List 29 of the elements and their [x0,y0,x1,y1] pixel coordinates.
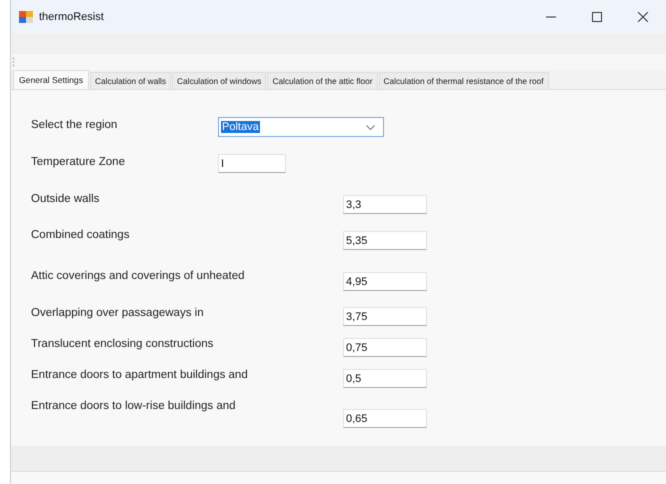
maximize-icon [592,12,602,22]
field-label: Translucent enclosing constructions [31,337,214,350]
chevron-down-icon [366,124,375,130]
tab[interactable]: General Settings [13,70,90,89]
input-field[interactable]: 5,35 [343,231,427,250]
field-label: Attic coverings and coverings of unheated [31,269,246,282]
tab[interactable]: Calculation of windows [172,72,266,89]
input-field[interactable]: I [218,154,286,173]
input-field[interactable]: 0,5 [343,369,427,388]
field-label: Combined coatings [31,228,130,241]
field-label: Entrance doors to apartment buildings and [31,368,249,381]
window-title: thermoResist [39,11,104,23]
input-field[interactable]: 4,95 [343,272,427,291]
input-field[interactable]: 0,75 [343,338,427,357]
field-label: Temperature Zone [31,155,126,168]
field-label: Overlapping over passageways in [31,306,205,319]
input-field[interactable]: 3,3 [343,195,427,214]
close-icon [638,12,648,22]
tab[interactable]: Calculation of walls [90,72,172,89]
region-dropdown[interactable]: Poltava [218,117,384,137]
app-icon [19,11,33,23]
input-field[interactable]: 0,65 [343,409,427,428]
field-label: Select the region [31,118,118,131]
tab[interactable]: Calculation of thermal resistance of the roof [378,72,549,89]
grip-icon [12,57,15,67]
field-label: Outside walls [31,192,100,205]
tab[interactable]: Calculation of the attic floor [267,72,378,89]
input-field[interactable]: 3,75 [343,307,427,326]
field-label: Entrance doors to low-rise buildings and [31,399,237,412]
